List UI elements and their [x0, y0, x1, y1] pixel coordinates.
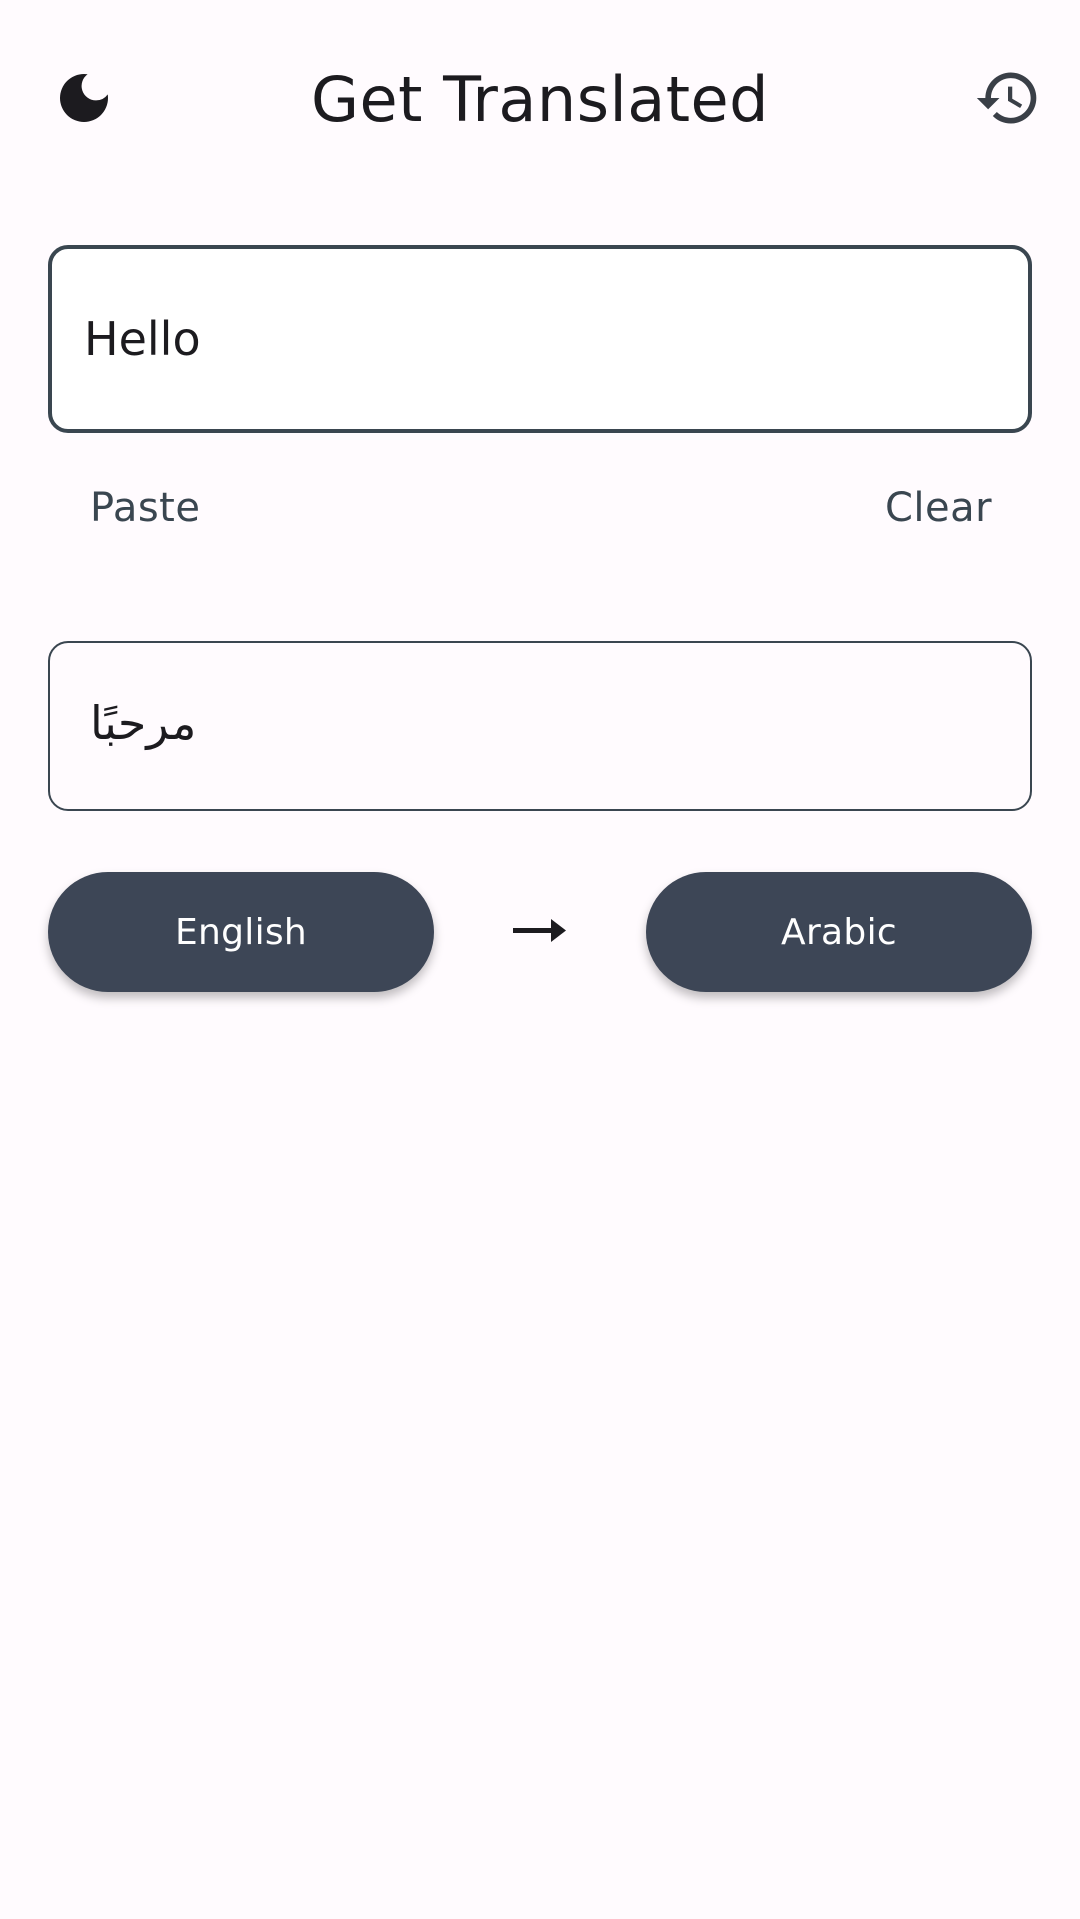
- app-title: Get Translated: [310, 63, 770, 136]
- source-text-input[interactable]: [84, 249, 984, 429]
- translation-output-text: مرحبًا: [90, 696, 197, 750]
- paste-button[interactable]: Paste: [90, 478, 200, 538]
- swap-languages-button[interactable]: [508, 902, 572, 962]
- app-screen: Get Translated Paste Clear مرحبًا Englis…: [0, 0, 1080, 1919]
- source-language-button[interactable]: English: [48, 872, 434, 992]
- history-icon: [974, 64, 1042, 136]
- clear-button[interactable]: Clear: [885, 478, 992, 538]
- source-text-field[interactable]: [48, 245, 1032, 433]
- translation-output-field: مرحبًا: [48, 641, 1032, 811]
- history-button[interactable]: [960, 52, 1056, 148]
- arrow-right-icon: [513, 915, 567, 949]
- top-app-bar: Get Translated: [0, 0, 1080, 200]
- target-language-button[interactable]: Arabic: [646, 872, 1032, 992]
